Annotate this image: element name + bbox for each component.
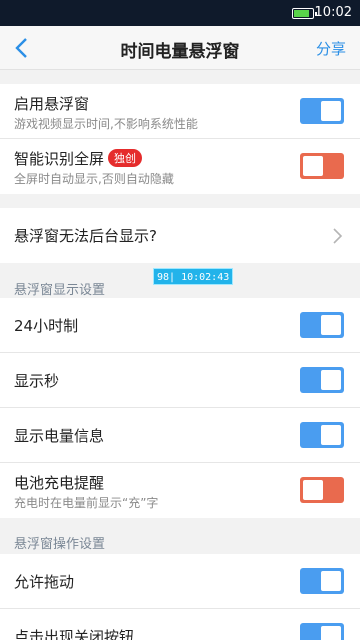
- toggle-knob: [321, 101, 341, 121]
- row-title: 允许拖动: [14, 573, 75, 591]
- row-subtitle: 充电时在电量前显示“充”字: [14, 496, 159, 510]
- row-title-text: 智能识别全屏: [14, 150, 105, 168]
- row-smart-fullscreen[interactable]: 智能识别全屏 独创 全屏时自动显示,否则自动隐藏: [0, 139, 360, 194]
- toggle-knob: [303, 156, 323, 176]
- status-time: 10:02: [314, 5, 352, 20]
- row-title: 智能识别全屏 独创: [14, 148, 143, 169]
- row-subtitle: 全屏时自动显示,否则自动隐藏: [14, 172, 174, 186]
- row-title: 显示秒: [14, 372, 60, 390]
- row-title: 悬浮窗无法后台显示?: [14, 227, 157, 245]
- click-close-toggle[interactable]: [300, 623, 344, 640]
- row-subtitle: 游戏视频显示时间,不影响系统性能: [14, 117, 198, 131]
- chevron-right-icon: [333, 228, 343, 244]
- 24-hour-toggle[interactable]: [300, 312, 344, 338]
- allow-drag-toggle[interactable]: [300, 568, 344, 594]
- battery-fill: [294, 10, 310, 17]
- nav-bar: 时间电量悬浮窗 分享: [0, 26, 360, 70]
- show-seconds-toggle[interactable]: [300, 367, 344, 393]
- row-click-close[interactable]: 点击出现关闭按钮: [0, 609, 360, 640]
- group-operation: 允许拖动 点击出现关闭按钮: [0, 554, 360, 640]
- group-basic: 启用悬浮窗 游戏视频显示时间,不影响系统性能 智能识别全屏 独创 全屏时自动显示,…: [0, 84, 360, 194]
- row-title: 电池充电提醒: [14, 474, 105, 492]
- row-title: 启用悬浮窗: [14, 95, 90, 113]
- toggle-knob: [321, 425, 341, 445]
- row-title: 24小时制: [14, 317, 79, 335]
- row-show-battery[interactable]: 显示电量信息: [0, 408, 360, 463]
- group-help: 悬浮窗无法后台显示?: [0, 208, 360, 263]
- section-header-display: 悬浮窗显示设置: [14, 283, 106, 298]
- row-24-hour[interactable]: 24小时制: [0, 298, 360, 353]
- row-charging-hint[interactable]: 电池充电提醒 充电时在电量前显示“充”字: [0, 463, 360, 518]
- toggle-knob: [303, 480, 323, 500]
- floating-window-preview[interactable]: 98| 10:02:43: [153, 268, 234, 285]
- toggle-knob: [321, 315, 341, 335]
- show-battery-toggle[interactable]: [300, 422, 344, 448]
- row-title: 点击出现关闭按钮: [14, 628, 135, 640]
- charging-hint-toggle[interactable]: [300, 477, 344, 503]
- toggle-knob: [321, 370, 341, 390]
- section-header-operation: 悬浮窗操作设置: [14, 537, 106, 552]
- exclusive-badge: 独创: [108, 149, 143, 167]
- row-show-seconds[interactable]: 显示秒: [0, 353, 360, 408]
- toggle-knob: [321, 571, 341, 591]
- share-button[interactable]: 分享: [316, 38, 346, 59]
- toggle-knob: [321, 626, 341, 640]
- group-display: 24小时制 显示秒 显示电量信息 电池充电提醒 充电时在电量前显示“充”字: [0, 298, 360, 518]
- smart-fullscreen-toggle[interactable]: [300, 153, 344, 179]
- row-title: 显示电量信息: [14, 427, 105, 445]
- status-bar: 10:02: [0, 0, 360, 26]
- battery-icon: [292, 8, 317, 19]
- page-title: 时间电量悬浮窗: [120, 42, 240, 62]
- row-enable-floating[interactable]: 启用悬浮窗 游戏视频显示时间,不影响系统性能: [0, 84, 360, 139]
- enable-floating-toggle[interactable]: [300, 98, 344, 124]
- row-allow-drag[interactable]: 允许拖动: [0, 554, 360, 609]
- row-background-issue[interactable]: 悬浮窗无法后台显示?: [0, 208, 360, 263]
